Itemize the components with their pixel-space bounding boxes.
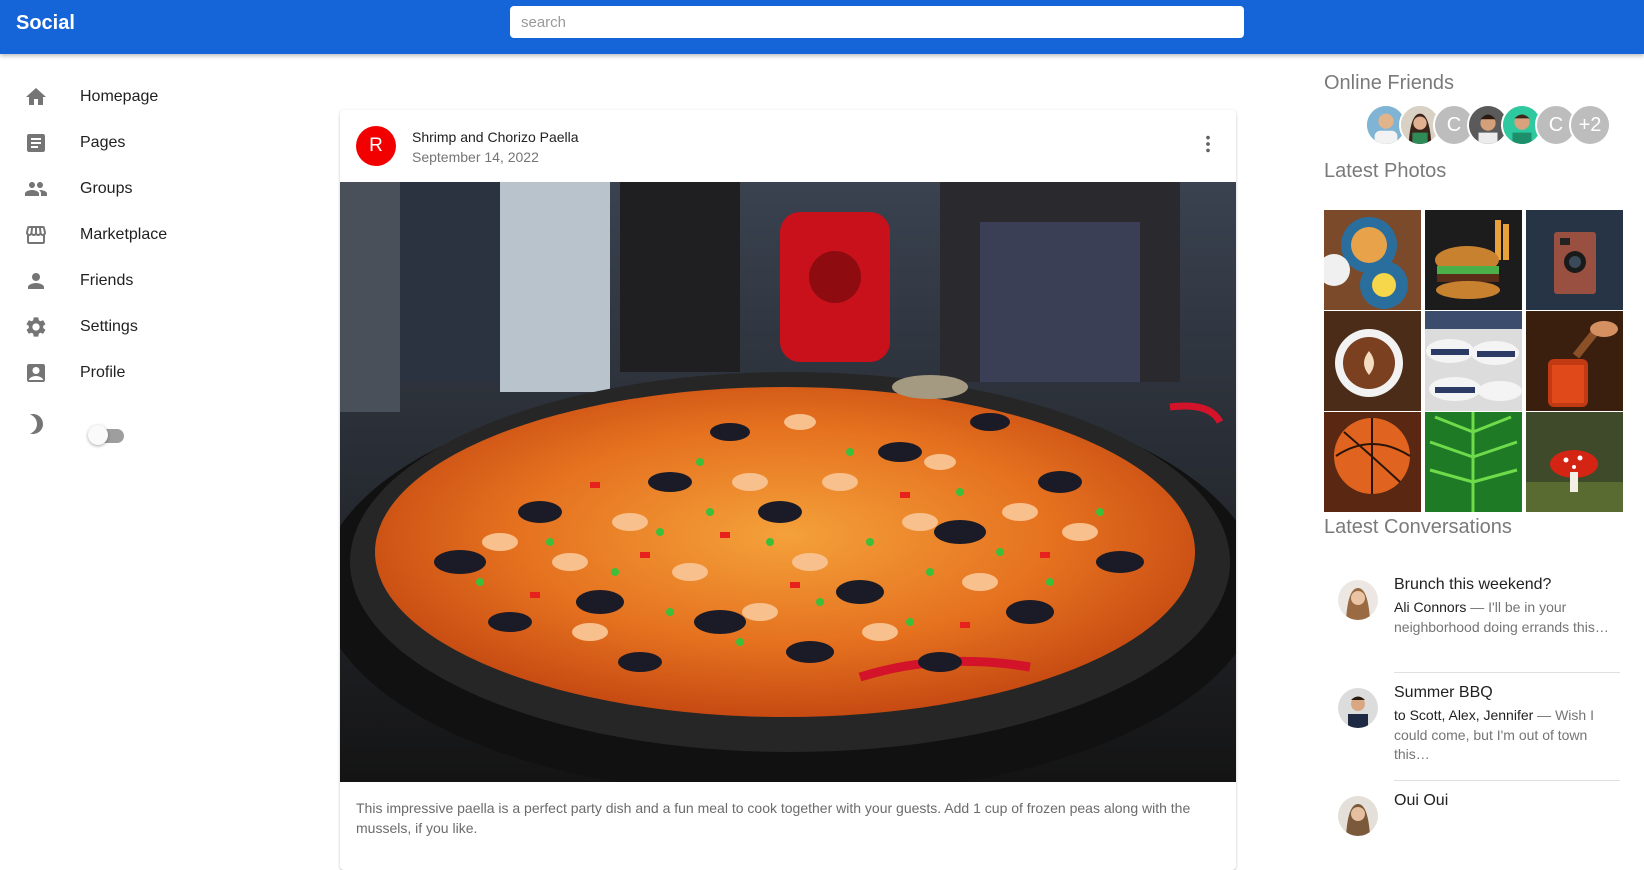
conversation-avatar <box>1338 796 1378 836</box>
conversation-preview: Ali Connors — I'll be in your neighborho… <box>1394 598 1614 637</box>
online-friends-title: Online Friends <box>1324 72 1455 94</box>
sidebar-item-marketplace[interactable]: Marketplace <box>0 211 260 259</box>
post-card: R Shrimp and Chorizo Paella September 14… <box>340 110 1236 870</box>
sidebar-item-label: Pages <box>80 134 126 151</box>
conversation-title: Oui Oui <box>1394 792 1449 809</box>
app-title[interactable]: Social <box>16 12 75 35</box>
toggle-thumb <box>88 425 108 445</box>
moon-icon <box>24 412 48 436</box>
sidebar-item-label: Homepage <box>80 88 159 105</box>
photo-coffee[interactable] <box>1324 311 1421 411</box>
storefront-icon <box>24 223 48 247</box>
sidebar-item-profile[interactable]: Profile <box>0 349 260 397</box>
dark-mode-row <box>0 400 70 448</box>
divider <box>1394 672 1620 673</box>
photo-hats[interactable] <box>1425 311 1522 411</box>
dark-mode-toggle[interactable] <box>88 424 126 448</box>
conversation-preview: to Scott, Alex, Jennifer — Wish I could … <box>1394 706 1614 765</box>
article-icon <box>24 131 48 155</box>
more-vert-icon <box>1206 135 1210 153</box>
app-bar: Social <box>0 0 1644 54</box>
conversation-title: Brunch this weekend? <box>1394 576 1552 593</box>
conversation-avatar <box>1338 580 1378 620</box>
conversation-sender: Ali Connors <box>1394 599 1467 615</box>
groups-icon <box>24 177 48 201</box>
sidebar-item-label: Friends <box>80 272 134 289</box>
conversation-avatar <box>1338 688 1378 728</box>
home-icon <box>24 85 48 109</box>
sidebar-item-pages[interactable]: Pages <box>0 119 260 167</box>
sidebar: Homepage Pages Groups Marketplace Friend… <box>0 54 300 854</box>
post-date: September 14, 2022 <box>412 149 539 165</box>
latest-conversations-title: Latest Conversations <box>1324 516 1512 538</box>
sidebar-item-groups[interactable]: Groups <box>0 165 260 213</box>
photo-mushroom[interactable] <box>1526 412 1623 512</box>
photo-fern[interactable] <box>1425 412 1522 512</box>
post-text: This impressive paella is a perfect part… <box>356 800 1191 836</box>
sidebar-item-label: Groups <box>80 180 133 197</box>
gear-icon <box>24 315 48 339</box>
sidebar-item-friends[interactable]: Friends <box>0 257 260 305</box>
photo-burger[interactable] <box>1425 210 1522 310</box>
account-box-icon <box>24 361 48 385</box>
online-friends-group: C C +2 <box>1365 104 1625 146</box>
latest-photos-title: Latest Photos <box>1324 160 1447 182</box>
sidebar-item-settings[interactable]: Settings <box>0 303 260 351</box>
paella-photo <box>340 182 1236 782</box>
conversation-title: Summer BBQ <box>1394 684 1493 701</box>
sidebar-item-label: Marketplace <box>80 226 168 243</box>
sidebar-item-label: Profile <box>80 364 126 381</box>
photo-basketball[interactable] <box>1324 412 1421 512</box>
sidebar-item-label: Settings <box>80 318 138 335</box>
photo-breakfast[interactable] <box>1324 210 1421 310</box>
photo-honey[interactable] <box>1526 311 1623 411</box>
more-friends-badge[interactable]: +2 <box>1569 104 1611 146</box>
photo-camera[interactable] <box>1526 210 1623 310</box>
more-options-button[interactable] <box>1194 130 1222 158</box>
divider <box>1394 780 1620 781</box>
post-avatar[interactable]: R <box>356 126 396 166</box>
sidebar-item-homepage[interactable]: Homepage <box>0 73 260 121</box>
search-input[interactable] <box>510 6 1244 38</box>
post-title: Shrimp and Chorizo Paella <box>412 129 579 145</box>
right-column: Online Friends C C +2 Latest Photos Late… <box>1324 54 1634 854</box>
post-image[interactable] <box>340 182 1236 782</box>
person-icon <box>24 269 48 293</box>
conversation-sender: to Scott, Alex, Jennifer <box>1394 707 1534 723</box>
